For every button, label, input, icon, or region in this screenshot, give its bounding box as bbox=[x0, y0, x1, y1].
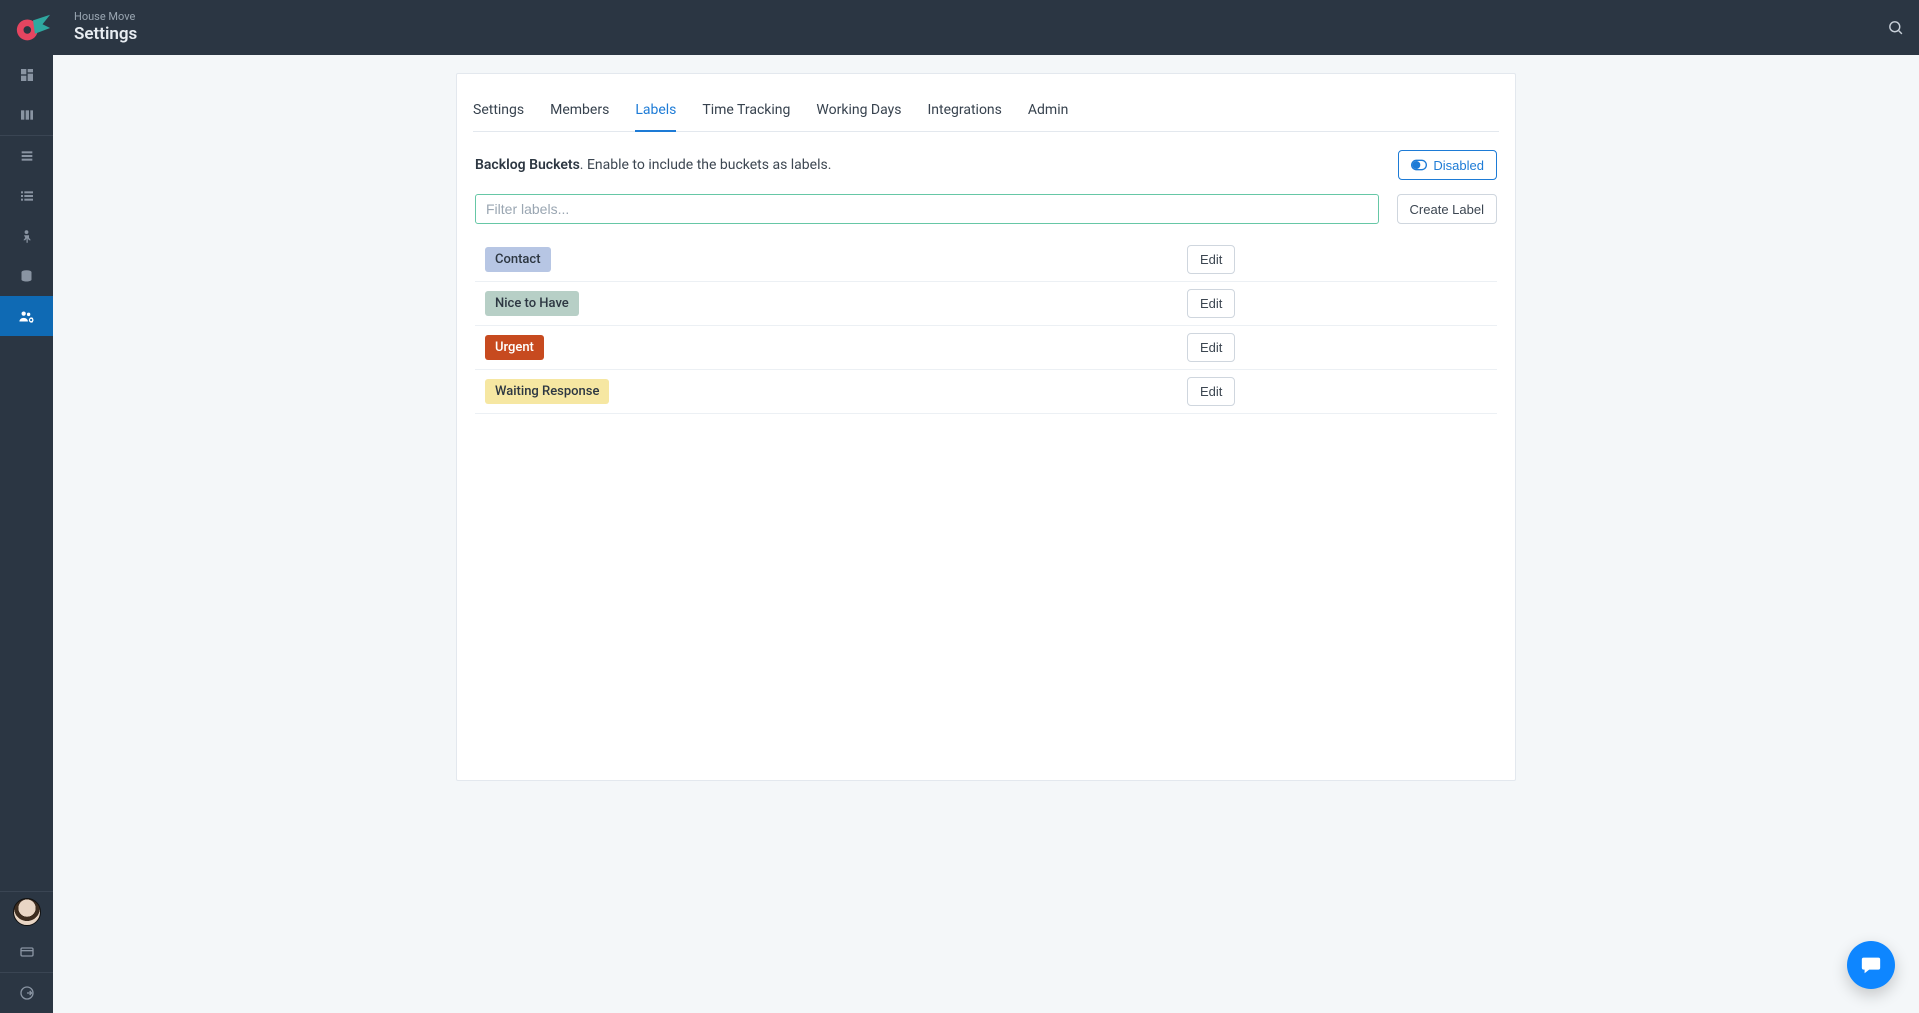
toggle-off-icon bbox=[1411, 159, 1427, 171]
label-row: Waiting Response Edit bbox=[475, 370, 1497, 414]
breadcrumb-project[interactable]: House Move bbox=[74, 10, 137, 23]
avatar[interactable] bbox=[0, 892, 53, 932]
backlog-description: . Enable to include the buckets as label… bbox=[580, 157, 832, 173]
avatar-image bbox=[13, 898, 41, 926]
settings-tabs: Settings Members Labels Time Tracking Workin… bbox=[473, 88, 1499, 132]
nav-dashboard-icon[interactable] bbox=[0, 55, 53, 95]
edit-label-button[interactable]: Edit bbox=[1187, 289, 1235, 318]
settings-card: Settings Members Labels Time Tracking Workin… bbox=[456, 73, 1516, 781]
nav-activity-icon[interactable] bbox=[0, 216, 53, 256]
search-icon[interactable] bbox=[1871, 0, 1919, 55]
nav-team-settings-icon[interactable] bbox=[0, 296, 53, 336]
create-label-button[interactable]: Create Label bbox=[1397, 194, 1497, 224]
tab-working-days[interactable]: Working Days bbox=[816, 92, 901, 132]
label-row: Contact Edit bbox=[475, 238, 1497, 282]
label-row: Nice to Have Edit bbox=[475, 282, 1497, 326]
filter-row: Create Label bbox=[473, 194, 1499, 238]
sidenav bbox=[0, 55, 53, 1013]
edit-label-button[interactable]: Edit bbox=[1187, 333, 1235, 362]
backlog-section: Backlog Buckets. Enable to include the b… bbox=[473, 132, 1499, 194]
chat-icon bbox=[1860, 954, 1882, 976]
backlog-title: Backlog Buckets bbox=[475, 157, 580, 173]
app-logo[interactable] bbox=[14, 9, 52, 47]
backlog-toggle-label: Disabled bbox=[1433, 158, 1484, 173]
nav-list-2-icon[interactable] bbox=[0, 176, 53, 216]
nav-database-icon[interactable] bbox=[0, 256, 53, 296]
main-area: Settings Members Labels Time Tracking Workin… bbox=[53, 55, 1919, 1013]
chat-fab[interactable] bbox=[1847, 941, 1895, 989]
backlog-toggle-button[interactable]: Disabled bbox=[1398, 150, 1497, 180]
label-chip: Nice to Have bbox=[485, 291, 579, 316]
edit-label-button[interactable]: Edit bbox=[1187, 245, 1235, 274]
tab-labels[interactable]: Labels bbox=[635, 92, 676, 132]
page-title: Settings bbox=[74, 23, 137, 45]
nav-list-1-icon[interactable] bbox=[0, 136, 53, 176]
label-chip: Contact bbox=[485, 247, 551, 272]
breadcrumb: House Move Settings bbox=[74, 10, 137, 45]
tab-settings[interactable]: Settings bbox=[473, 92, 524, 132]
filter-labels-input[interactable] bbox=[475, 194, 1379, 224]
label-list: ContactEditNice to HaveEditUrgentEditWai… bbox=[473, 238, 1499, 414]
edit-label-button[interactable]: Edit bbox=[1187, 377, 1235, 406]
tab-time-tracking[interactable]: Time Tracking bbox=[702, 92, 790, 132]
topbar: House Move Settings bbox=[0, 0, 1919, 55]
backlog-text: Backlog Buckets. Enable to include the b… bbox=[475, 157, 831, 173]
label-chip: Urgent bbox=[485, 335, 544, 360]
nav-billing-icon[interactable] bbox=[0, 932, 53, 972]
nav-logout-icon[interactable] bbox=[0, 973, 53, 1013]
tab-integrations[interactable]: Integrations bbox=[927, 92, 1001, 132]
nav-board-icon[interactable] bbox=[0, 95, 53, 135]
tab-admin[interactable]: Admin bbox=[1028, 92, 1068, 132]
tab-members[interactable]: Members bbox=[550, 92, 609, 132]
label-row: Urgent Edit bbox=[475, 326, 1497, 370]
label-chip: Waiting Response bbox=[485, 379, 609, 404]
